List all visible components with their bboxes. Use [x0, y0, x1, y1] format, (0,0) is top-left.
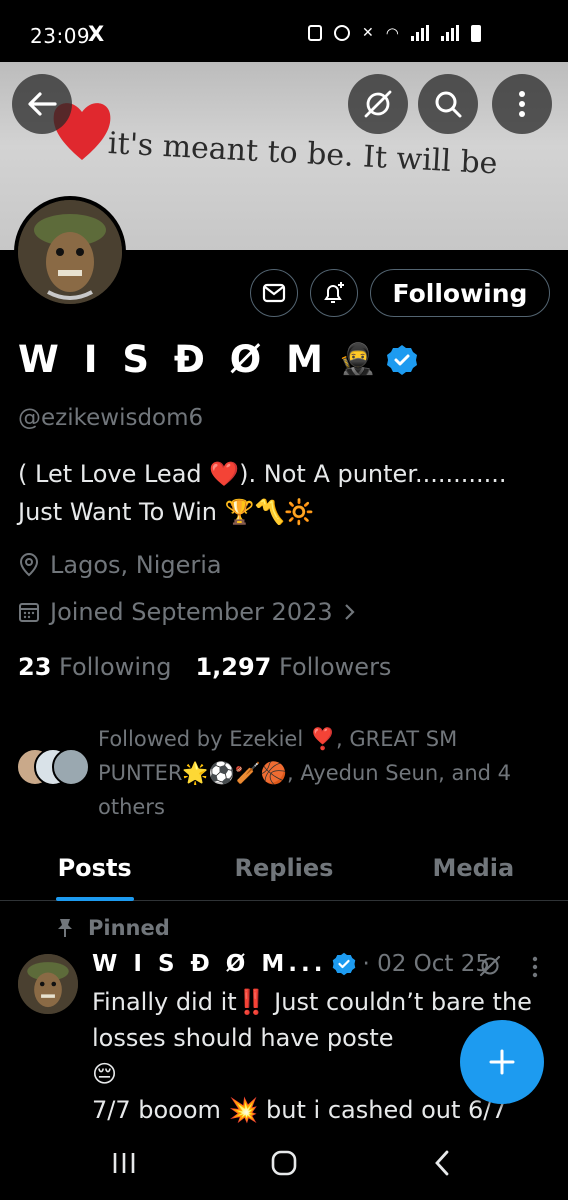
following-count-link[interactable]: 23 Following — [18, 653, 171, 681]
ninja-emoji: 🥷 — [338, 342, 377, 377]
display-name: W I S Đ Ø M 🥷 — [18, 338, 418, 381]
bio: ( Let Love Lead ❤️). Not A punter.......… — [18, 455, 558, 531]
tab-posts[interactable]: Posts — [0, 838, 189, 900]
tweet-header: W I S Đ Ø M... · 02 Oct 25 — [92, 951, 490, 977]
followers-count-link[interactable]: 1,297 Followers — [195, 653, 391, 681]
handle: @ezikewisdom6 — [18, 405, 204, 431]
bio-line-1: ( Let Love Lead ❤️). Not A punter.......… — [18, 460, 507, 488]
back-nav-button[interactable] — [422, 1143, 462, 1183]
tweet-date[interactable]: · 02 Oct 25 — [362, 951, 490, 977]
profile-avatar[interactable] — [14, 196, 126, 308]
vertical-dots-icon — [532, 956, 538, 978]
signal-1-icon — [410, 25, 429, 41]
bio-line-2: Just Want To Win 🏆〽️🔆 — [18, 498, 315, 526]
compose-fab-button[interactable] — [460, 1020, 544, 1104]
search-button[interactable] — [418, 74, 478, 134]
pinned-indicator: Pinned — [56, 916, 170, 940]
grok-button[interactable] — [348, 74, 408, 134]
joined-text: Joined September 2023 — [50, 598, 333, 626]
followed-by-avatars — [16, 748, 90, 788]
tab-replies[interactable]: Replies — [189, 838, 378, 900]
alarm-icon — [334, 25, 350, 41]
x-notification-icon: X — [88, 22, 105, 46]
notifications-button[interactable] — [310, 269, 358, 317]
status-icons: ✕ ◠ — [308, 24, 481, 42]
chevron-left-icon — [435, 1150, 449, 1176]
message-button[interactable] — [250, 269, 298, 317]
tweet-avatar-image — [18, 954, 78, 1014]
plus-icon — [489, 1049, 515, 1075]
status-time: 23:09 — [30, 24, 91, 48]
tweet-more-button[interactable] — [532, 956, 538, 982]
joined-date[interactable]: Joined September 2023 — [18, 598, 357, 626]
display-name-text: W I S Đ Ø M — [18, 338, 329, 381]
avatar-image — [18, 200, 122, 304]
bell-plus-icon — [324, 282, 344, 303]
tweet-grok-button[interactable] — [478, 954, 502, 982]
more-options-button[interactable] — [492, 74, 552, 134]
calendar-icon — [19, 603, 39, 622]
recent-apps-icon — [113, 1153, 135, 1173]
pinned-label: Pinned — [88, 916, 170, 940]
signal-2-icon — [440, 25, 459, 41]
tab-media[interactable]: Media — [379, 838, 568, 900]
followed-by[interactable]: Followed by Ezekiel ❣️, GREAT SM PUNTER🌟… — [16, 722, 548, 824]
wifi-icon: ◠ — [385, 24, 399, 42]
verified-badge-icon — [387, 344, 418, 375]
location: Lagos, Nigeria — [18, 551, 222, 579]
following-button[interactable]: Following — [370, 269, 550, 317]
banner-text: it's meant to be. It will be — [107, 126, 499, 182]
location-text: Lagos, Nigeria — [50, 551, 222, 579]
back-button[interactable] — [12, 74, 72, 134]
home-icon — [271, 1150, 297, 1176]
envelope-icon — [262, 283, 286, 303]
arrow-left-icon — [28, 92, 57, 116]
tweet-author[interactable]: W I S Đ Ø M... — [92, 951, 326, 977]
follow-counts: 23 Following 1,297 Followers — [18, 653, 391, 681]
tweet-avatar[interactable] — [18, 954, 78, 1014]
search-icon — [435, 91, 462, 118]
battery-icon — [470, 24, 481, 42]
lock-icon — [308, 25, 322, 41]
verified-badge-icon — [333, 952, 356, 976]
vertical-dots-icon — [519, 91, 525, 117]
followed-by-text: Followed by Ezekiel ❣️, GREAT SM PUNTER🌟… — [98, 727, 512, 819]
mutual-avatar-3 — [52, 748, 90, 786]
home-nav-button[interactable] — [264, 1143, 304, 1183]
location-pin-icon — [19, 553, 39, 577]
profile-tabs: Posts Replies Media — [0, 838, 568, 901]
recent-apps-button[interactable] — [104, 1143, 144, 1183]
grok-icon — [479, 955, 501, 977]
chevron-right-icon — [344, 604, 355, 620]
pin-icon — [58, 919, 72, 937]
grok-icon — [364, 90, 392, 118]
mute-icon: ✕ — [362, 25, 374, 41]
